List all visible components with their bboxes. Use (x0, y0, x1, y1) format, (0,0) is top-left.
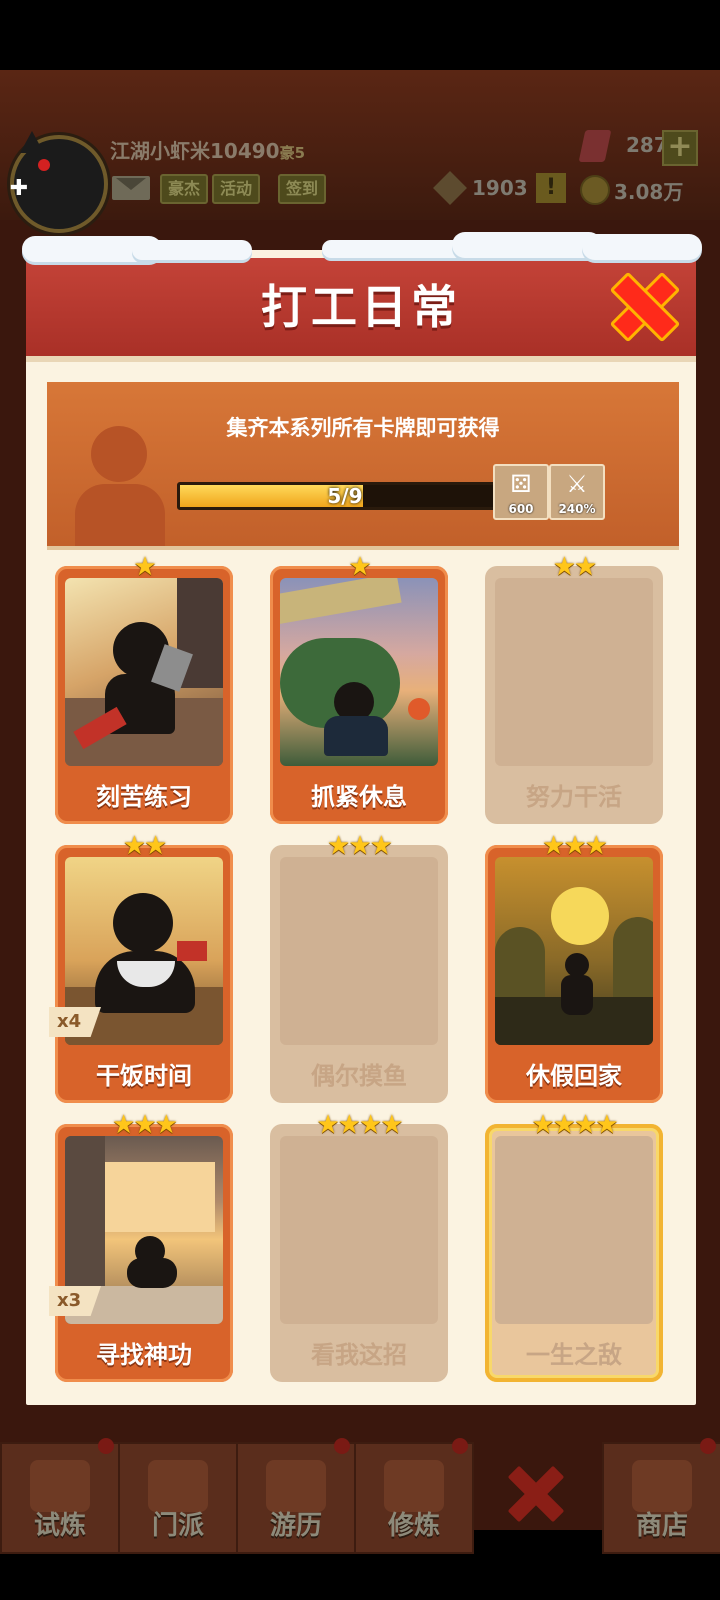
top-header (0, 70, 720, 220)
alert-button[interactable]: ! (536, 173, 566, 203)
progress-label: 5/9 (327, 484, 363, 508)
card-name: 看我这招 (311, 1341, 407, 1369)
nav-tab-label: 商店 (635, 1511, 688, 1541)
dice-icon: ⚄ (510, 470, 532, 498)
notification-dot (700, 1438, 716, 1454)
card-1[interactable]: ★ 刻苦练习 (55, 554, 233, 824)
events-button[interactable]: 活动 (212, 174, 261, 204)
nav-tab-cultivate[interactable]: 修炼 (354, 1438, 474, 1554)
avatar-ear (20, 131, 44, 153)
nav-tab-sect[interactable]: 门派 (118, 1442, 238, 1554)
checkin-button[interactable]: 签到 (278, 174, 327, 204)
notification-dot (98, 1438, 114, 1454)
card-name: 休假回家 (526, 1062, 622, 1090)
card-name: 寻找神功 (96, 1341, 192, 1369)
modal-header: 打工日常 (26, 258, 696, 362)
card-art (280, 578, 438, 766)
bottom-nav: 试炼 门派 游历 修炼 商店 (0, 1438, 720, 1554)
notification-dot (334, 1438, 350, 1454)
add-gems-button[interactable]: + (662, 130, 698, 166)
nav-tab-label: 修炼 (387, 1511, 440, 1541)
nav-tab-trial[interactable]: 试炼 (0, 1438, 120, 1554)
card-art-locked (495, 1136, 653, 1324)
card-stars: ★★ (552, 552, 598, 582)
card-name: 干饭时间 (96, 1062, 192, 1090)
card-art-locked (280, 1136, 438, 1324)
card-name: 努力干活 (526, 783, 622, 811)
sword-icon: ⚔ (566, 470, 588, 498)
card-3[interactable]: ★★ 努力干活 (485, 554, 663, 824)
nav-tab-shop[interactable]: 商店 (602, 1438, 720, 1554)
card-stars: ★★★ (542, 831, 608, 861)
card-stars: ★★★ (112, 1110, 178, 1140)
collection-reward-banner: 集齐本系列所有卡牌即可获得 5/9 ⚄ 600 ⚔ 240% (47, 382, 679, 550)
coin-icon (580, 175, 610, 205)
close-icon[interactable] (610, 272, 674, 336)
card-stars: ★★★★ (316, 1110, 403, 1140)
card-art (495, 857, 653, 1045)
card-name: 刻苦练习 (96, 783, 192, 811)
avatar-eye (38, 159, 50, 171)
card-7[interactable]: x3 ★★★ 寻找神功 (49, 1112, 233, 1382)
card-art-locked (495, 578, 653, 766)
card-8[interactable]: ★★★★ 看我这招 (270, 1112, 448, 1382)
card-stars: ★★★ (327, 831, 393, 861)
reward-sword[interactable]: ⚔ 240% (549, 464, 605, 520)
card-9-legendary[interactable]: ★★★★ 一生之敌 (485, 1112, 663, 1382)
nav-tab-label: 游历 (269, 1511, 322, 1541)
player-name: 江湖小虾米10490豪5 (110, 135, 305, 164)
modal-title: 打工日常 (261, 280, 461, 334)
card-stars: ★ (133, 552, 156, 582)
card-art (65, 578, 223, 766)
token-count: 1903 (472, 176, 528, 200)
card-name: 抓紧休息 (311, 783, 407, 811)
mail-icon[interactable] (112, 176, 150, 200)
nav-tab-label: 试炼 (33, 1511, 86, 1541)
banner-text: 集齐本系列所有卡牌即可获得 (226, 416, 500, 440)
card-6[interactable]: ★★★ 休假回家 (485, 833, 663, 1103)
card-stars: ★★★★ (531, 1110, 618, 1140)
card-4[interactable]: x4 ★★ 干饭时间 (49, 833, 233, 1103)
notification-dot (452, 1438, 468, 1454)
card-stars: ★★ (122, 831, 168, 861)
snow-decoration (22, 232, 702, 270)
coin-count: 3.08万 (614, 180, 684, 204)
nav-tab-label: 门派 (151, 1511, 204, 1541)
vip-label: 豪5 (279, 144, 306, 162)
card-5[interactable]: ★★★ 偶尔摸鱼 (270, 833, 448, 1103)
card-art-locked (280, 857, 438, 1045)
card-name: 偶尔摸鱼 (311, 1062, 407, 1090)
card-2[interactable]: ★ 抓紧休息 (270, 554, 448, 824)
puzzle-icon[interactable]: ✚ (6, 176, 32, 202)
nav-close-icon[interactable] (508, 1466, 564, 1522)
reward-sword-value: 240% (558, 502, 596, 516)
card-name: 一生之敌 (526, 1341, 622, 1369)
card-stars: ★ (348, 552, 371, 582)
player-name-text: 江湖小虾米10490 (110, 139, 280, 163)
heroes-button[interactable]: 豪杰 (160, 174, 209, 204)
nav-tab-travel[interactable]: 游历 (236, 1438, 356, 1554)
collection-progress-bar: 5/9 (177, 482, 513, 510)
reward-dice[interactable]: ⚄ 600 (493, 464, 549, 520)
reward-dice-value: 600 (508, 502, 534, 516)
